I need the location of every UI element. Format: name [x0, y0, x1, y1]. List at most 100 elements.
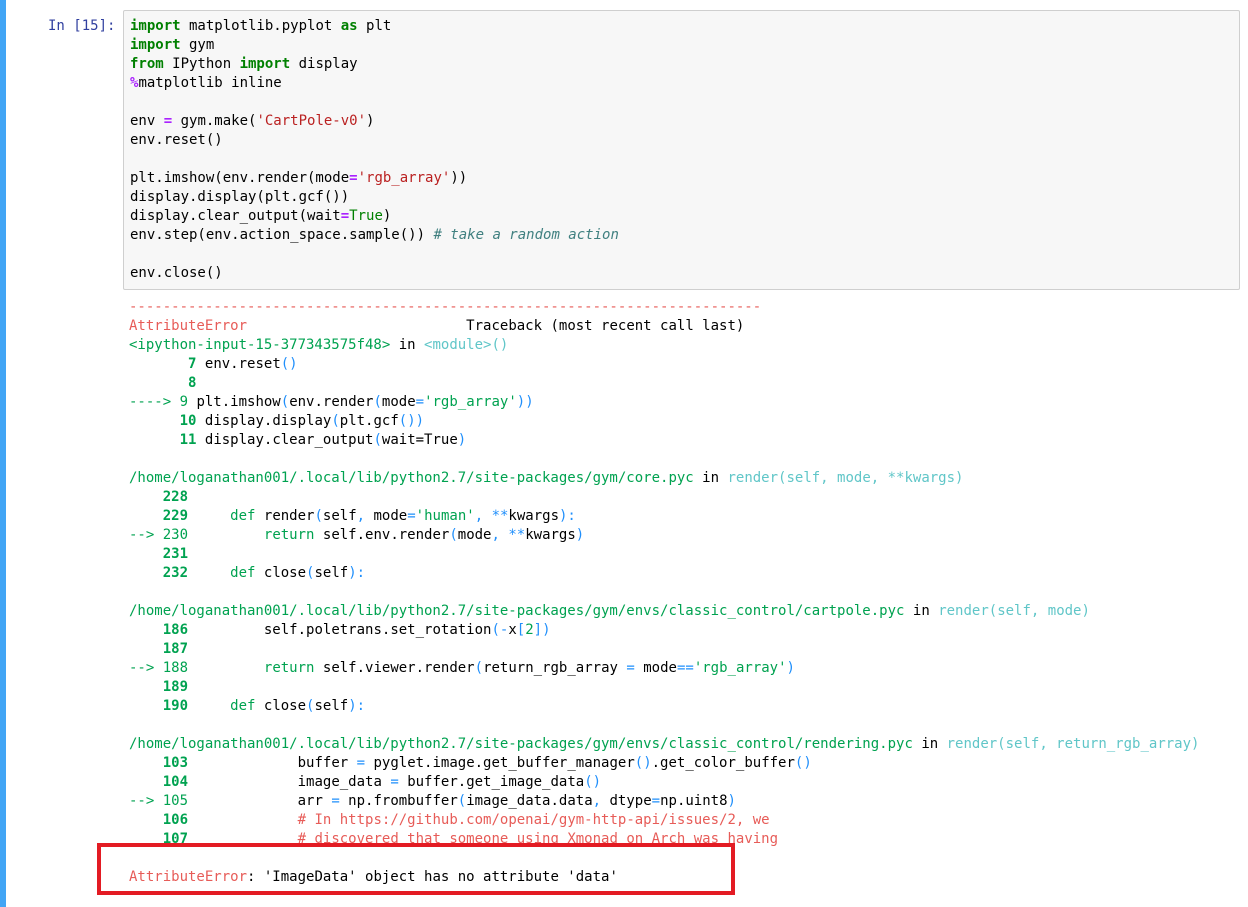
code-operator: , [474, 508, 484, 524]
code-line: %matplotlib inline [130, 75, 282, 91]
code-comment: # In https://github.com/openai/gym-http-… [196, 812, 770, 828]
code-line: env = gym.make('CartPole-v0') [130, 113, 375, 129]
traceback-line: --> 188 return self.viewer.render(return… [129, 659, 1199, 678]
frame-function: render(self, mode) [938, 603, 1090, 619]
line-marker: --> [129, 793, 155, 809]
code-keyword: return [263, 527, 315, 543]
line-number: 105 [154, 793, 189, 809]
code-paren: () [584, 774, 602, 790]
code-editor[interactable]: import matplotlib.pyplot as plt import gy… [130, 17, 619, 283]
error-type: AttributeError [129, 318, 248, 334]
code-paren: ( [457, 793, 467, 809]
line-marker [129, 698, 163, 714]
code-paren: [ [516, 622, 526, 638]
line-marker: --> [129, 527, 155, 543]
code-paren: ( [280, 394, 290, 410]
code-token: = [349, 170, 358, 186]
code-paren: () [280, 356, 298, 372]
line-marker [129, 375, 171, 391]
code-operator: = [390, 774, 399, 790]
code-line: env.step(env.action_space.sample()) # ta… [130, 227, 619, 243]
line-number: 187 [162, 641, 189, 657]
frame-in: in [912, 603, 930, 619]
code-keyword: def [230, 565, 256, 581]
code-operator: - [499, 622, 509, 638]
traceback-line: 228 [129, 488, 1199, 507]
line-marker [129, 356, 171, 372]
code-operator: , [491, 527, 500, 543]
code-paren: ( [331, 413, 340, 429]
frame-in: in [702, 470, 720, 486]
code-keyword: def [230, 698, 256, 714]
code-line: env.reset() [130, 132, 223, 148]
frame-location: /home/loganathan001/.local/lib/python2.7… [129, 469, 1199, 488]
line-marker: --> [129, 660, 155, 676]
code-keyword: return [263, 660, 315, 676]
line-code: # In https://github.com/openai/gym-http-… [196, 812, 770, 828]
frame-file: /home/loganathan001/.local/lib/python2.7… [129, 470, 694, 486]
code-string: 'human' [415, 508, 475, 524]
selected-cell-indicator [0, 0, 6, 907]
line-number: 228 [162, 489, 189, 505]
line-number: 8 [171, 375, 197, 391]
line-number: 7 [171, 356, 197, 372]
line-number: 103 [162, 755, 189, 771]
traceback-line: --> 230 return self.env.render(mode, **k… [129, 526, 1199, 545]
line-marker [129, 622, 163, 638]
code-paren: () [794, 755, 812, 771]
code-token: % [130, 75, 139, 91]
traceback-output: ----------------------------------------… [129, 298, 1199, 887]
traceback-line: 229 def render(self, mode='human', **kwa… [129, 507, 1199, 526]
line-marker [129, 755, 163, 771]
code-token: 'rgb_array' [357, 170, 451, 186]
line-number: 190 [162, 698, 189, 714]
code-paren: ()) [398, 413, 425, 429]
traceback-line: 106 # In https://github.com/openai/gym-h… [129, 811, 1199, 830]
line-number: 186 [162, 622, 189, 638]
line-marker: ----> [129, 394, 172, 410]
traceback-line: 231 [129, 545, 1199, 564]
traceback-line: 11 display.clear_output(wait=True) [129, 431, 1199, 450]
code-line: display.clear_output(wait=True) [130, 208, 392, 224]
line-code: def close(self): [230, 565, 366, 581]
code-paren: ( [373, 394, 382, 410]
line-number: 9 [171, 394, 189, 410]
line-number: 230 [154, 527, 189, 543]
frame-in: in [921, 736, 939, 752]
line-number: 10 [171, 413, 197, 429]
code-operator: = [407, 508, 416, 524]
traceback-line: 103 buffer = pyglet.image.get_buffer_man… [129, 754, 1199, 773]
code-operator: , [356, 508, 366, 524]
frame-function: render(self, return_rgb_array) [946, 736, 1200, 752]
code-token: import [130, 37, 181, 53]
code-paren: ( [306, 565, 315, 581]
code-line: import matplotlib.pyplot as plt [130, 18, 392, 34]
frame-file: /home/loganathan001/.local/lib/python2.7… [129, 736, 913, 752]
code-string: 'rgb_array' [693, 660, 787, 676]
code-paren: ]) [533, 622, 551, 638]
code-paren: ( [474, 660, 484, 676]
code-operator: = [356, 755, 366, 771]
code-operator: = [651, 793, 661, 809]
line-marker [129, 432, 171, 448]
line-number: 189 [162, 679, 189, 695]
traceback-line: 7 env.reset() [129, 355, 1199, 374]
traceback-line: 104 image_data = buffer.get_image_data() [129, 773, 1199, 792]
code-token: from [130, 56, 164, 72]
line-marker [129, 641, 163, 657]
code-paren: ( [314, 508, 323, 524]
frame-in: in [398, 337, 416, 353]
code-line: from IPython import display [130, 56, 358, 72]
code-operator: ** [508, 527, 526, 543]
traceback-line: 186 self.poletrans.set_rotation(-x[2]) [129, 621, 1199, 640]
line-code: return self.env.render(mode, **kwargs) [263, 527, 585, 543]
line-number: 11 [171, 432, 197, 448]
code-comment: # take a random action [433, 227, 619, 243]
code-paren: )) [516, 394, 534, 410]
code-paren: ): [348, 565, 366, 581]
line-code: display.display(plt.gcf()) [204, 413, 425, 429]
